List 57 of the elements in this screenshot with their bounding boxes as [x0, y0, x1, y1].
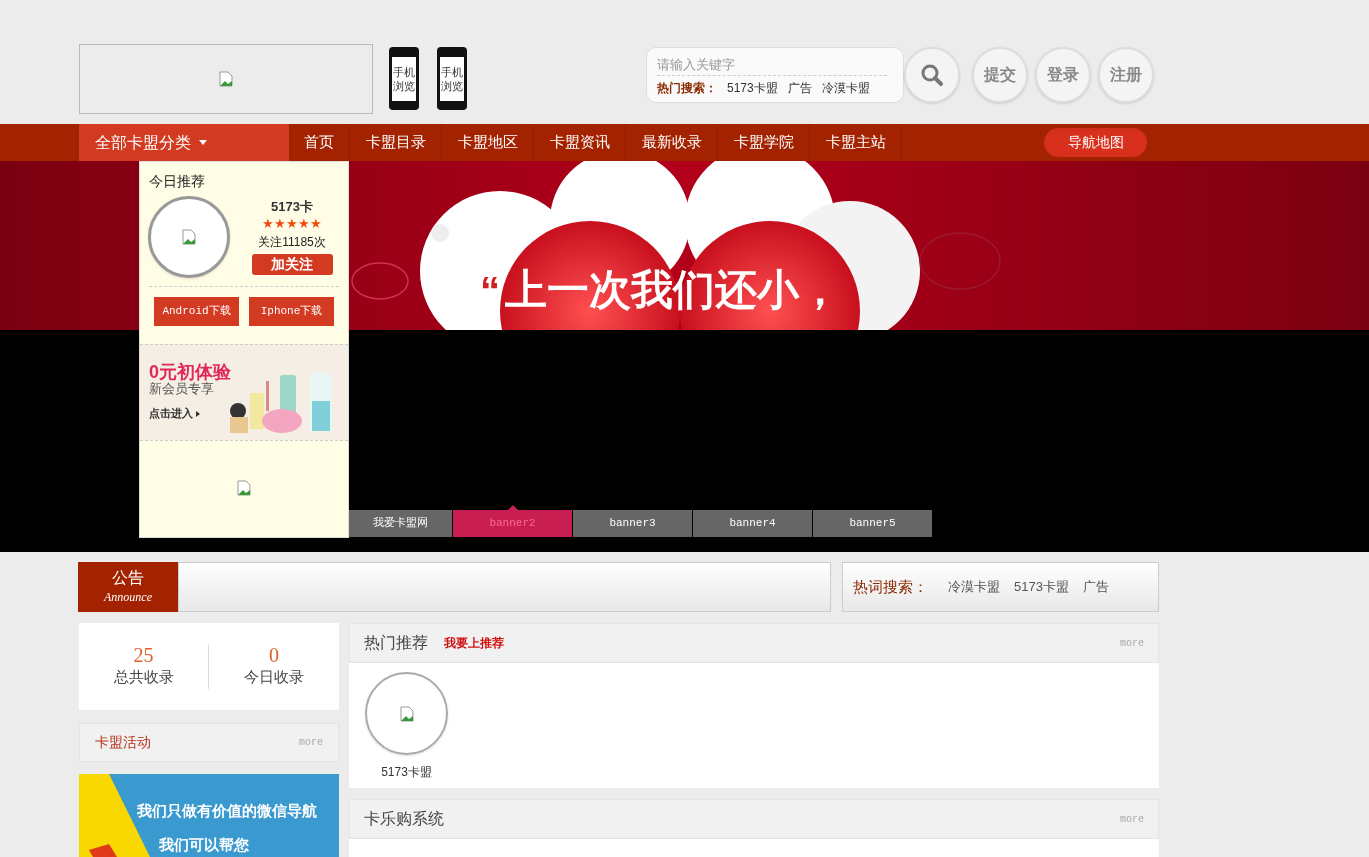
- stat-label: 今日收录: [244, 667, 304, 688]
- panel-title: 今日推荐: [148, 172, 206, 191]
- promo-link[interactable]: 点击进入: [149, 405, 193, 422]
- banner-tab[interactable]: banner5: [813, 510, 932, 537]
- follow-button[interactable]: 加关注: [251, 253, 333, 275]
- broken-image-icon: [219, 71, 233, 87]
- broken-image-icon: [182, 229, 196, 245]
- banner-tab[interactable]: banner4: [693, 510, 812, 537]
- phone-browse-link[interactable]: 手机浏览: [389, 47, 419, 110]
- banner-tab[interactable]: 我爱卡盟网: [349, 510, 452, 537]
- announce-subtitle: Announce: [104, 589, 152, 606]
- section-title: 卡乐购系统: [364, 809, 444, 829]
- hot-search-link[interactable]: 冷漠卡盟: [821, 79, 870, 97]
- broken-image-icon: [237, 479, 251, 496]
- promo-headline: 0元初体验: [149, 361, 231, 382]
- follow-count: 关注11185次: [258, 233, 326, 251]
- card-name: 5173卡: [271, 198, 313, 216]
- arrow-icon: [196, 411, 200, 417]
- promo-subline: 新会员专享: [149, 380, 214, 398]
- ad-slogan: 我们可以帮您: [159, 835, 249, 855]
- site-name[interactable]: 5173卡盟: [381, 763, 432, 781]
- site-logo-frame[interactable]: [365, 672, 448, 755]
- download-button[interactable]: Iphone下载: [249, 297, 334, 326]
- nav-map-button[interactable]: 导航地图: [1044, 128, 1147, 157]
- hot-search-label: 热门搜索：: [657, 80, 717, 97]
- banner-tab[interactable]: banner3: [573, 510, 692, 537]
- search-icon: [920, 63, 944, 87]
- hot-term-link[interactable]: 5173卡盟: [1014, 577, 1069, 597]
- recommend-link[interactable]: 我要上推荐: [444, 634, 504, 652]
- search-field[interactable]: 请输入关键字: [657, 54, 887, 76]
- star-icon: ★: [298, 216, 310, 231]
- hot-term-link[interactable]: 广告: [1082, 577, 1109, 597]
- hot-search-link[interactable]: 5173卡盟: [727, 79, 778, 97]
- star-icon: ★: [310, 216, 322, 231]
- hot-search-link[interactable]: 广告: [787, 79, 812, 97]
- star-icon: ★: [286, 216, 298, 231]
- download-button[interactable]: Android下载: [154, 297, 239, 326]
- star-icon: ★: [262, 216, 274, 231]
- tab-pointer-icon: [507, 505, 518, 510]
- phone-browse-link[interactable]: 手机浏览: [437, 47, 467, 110]
- hot-term-link[interactable]: 冷漠卡盟: [948, 577, 1000, 597]
- quote-mark: “: [480, 271, 500, 311]
- section-title: 热门推荐: [364, 633, 428, 653]
- star-icon: ★: [274, 216, 286, 231]
- stat-label: 总共收录: [113, 667, 174, 688]
- ad-slogan: 我们只做有价值的微信导航: [137, 801, 317, 821]
- stat-value: 25: [133, 644, 154, 667]
- hot-terms-label: 热词搜索：: [853, 576, 928, 597]
- announce-title: 公告: [112, 568, 144, 588]
- banner-headline: 上一次我们还小，: [505, 269, 841, 311]
- activity-title: 卡盟活动: [95, 733, 151, 752]
- caret-icon: [199, 140, 207, 145]
- stat-value: 0: [269, 644, 279, 667]
- search-button[interactable]: [904, 47, 960, 103]
- search-box[interactable]: 请输入关键字 热门搜索： 5173卡盟 广告 冷漠卡盟: [646, 47, 904, 103]
- broken-image-icon: [399, 705, 414, 722]
- category-menu[interactable]: 全部卡盟分类: [79, 124, 289, 161]
